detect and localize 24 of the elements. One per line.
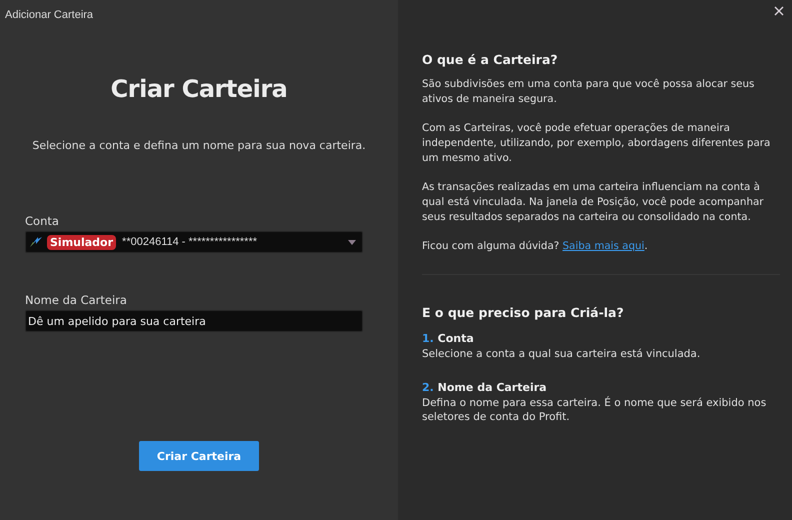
step-description: Defina o nome para essa carteira. É o nome que será exibido nos seletores de conta do Profit.: [422, 396, 768, 424]
caret-icon: [348, 240, 356, 244]
paragraph: Com as Carteiras, você pode efetuar operações de maneira independente, utilizando, por exemplo, abordagens diferentes para um mesmo ativo.: [422, 121, 772, 166]
step-description: Selecione a conta a qual sua carteira está vinculada.: [422, 347, 702, 361]
learn-more-link[interactable]: Saiba mais aqui: [562, 240, 644, 252]
account-value: **00246114 - ****************: [122, 236, 258, 248]
form-heading: Criar Carteira: [110, 75, 288, 103]
section-title: O que é a Carteira?: [422, 52, 559, 67]
field-label: Nome da Carteira: [25, 293, 128, 307]
field-label: Conta: [25, 214, 60, 228]
close-icon[interactable]: [774, 6, 784, 16]
step-title: 1. Conta: [422, 332, 475, 345]
paragraph: As transações realizadas em uma carteira influenciam na conta à qual está vinculada. Na janela de Posição, você pode acompanhar seus resultados separados na carteira ou consolidado na conta.: [422, 180, 765, 225]
name-input[interactable]: Dê um apelido para sua carteira: [25, 310, 363, 332]
paragraph: Ficou com alguma dúvida? Saiba mais aqui.: [422, 239, 649, 254]
form-subtitle: Selecione a conta e defina um nome para sua nova carteira.: [31, 139, 367, 152]
window-title: Adicionar Carteira: [5, 9, 94, 21]
section-title: E o que preciso para Criá-la?: [422, 305, 625, 320]
create-button[interactable]: Criar Carteira: [139, 441, 259, 471]
paragraph: São subdivisões em uma conta para que você possa alocar seus ativos de maneira segura.: [422, 77, 756, 107]
lightning-icon: [29, 236, 43, 248]
step-title: 2. Nome da Carteira: [422, 381, 548, 394]
account-select[interactable]: Simulador **00246114 - ****************: [25, 231, 363, 253]
simulator-badge: Simulador: [47, 234, 116, 250]
